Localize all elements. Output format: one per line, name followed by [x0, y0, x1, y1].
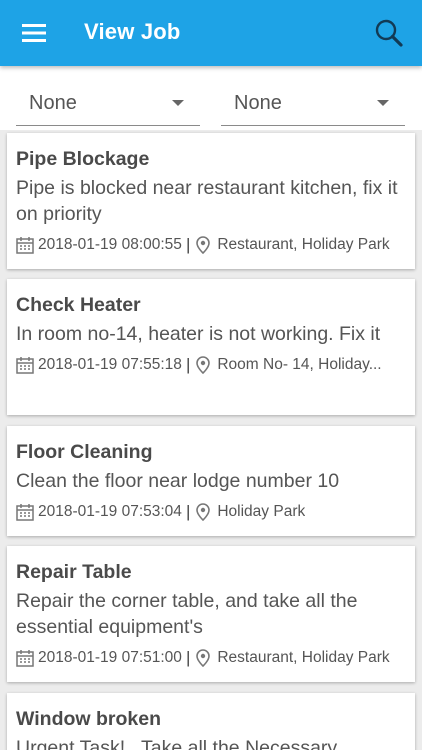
meta-separator: | — [185, 235, 191, 254]
job-datetime: 2018-01-19 07:53:04 — [38, 503, 182, 520]
filter-select-2-value: None — [234, 92, 282, 114]
job-location: Restaurant, Holiday Park — [217, 236, 390, 253]
job-card[interactable]: Check Heater In room no-14, heater is no… — [7, 279, 415, 415]
calendar-icon — [16, 237, 34, 254]
meta-separator: | — [185, 355, 191, 374]
job-datetime: 2018-01-19 07:51:00 — [38, 649, 182, 666]
search-icon — [375, 19, 403, 47]
location-pin-icon — [196, 356, 211, 374]
job-title: Floor Cleaning — [16, 441, 153, 463]
job-location: Holiday Park — [217, 503, 306, 520]
job-card[interactable]: Floor Cleaning Clean the floor near lodg… — [7, 426, 415, 536]
job-description: In room no-14, heater is not working. Fi… — [16, 323, 381, 345]
job-location: Room No- 14, Holiday... — [217, 356, 382, 373]
filter-select-2[interactable]: None — [221, 86, 405, 126]
job-description: Repair the corner table, and take all th… — [16, 590, 358, 638]
filter-bar: None None — [0, 66, 422, 130]
job-meta: 2018-01-19 07:51:00 | Restaurant, Holida… — [16, 646, 406, 670]
location-pin-icon — [196, 236, 211, 254]
job-description: Pipe is blocked near restaurant kitchen,… — [16, 177, 398, 225]
meta-separator: | — [185, 648, 191, 667]
calendar-icon — [16, 504, 34, 521]
job-title: Window broken — [16, 708, 161, 730]
meta-separator: | — [185, 502, 191, 521]
menu-icon — [22, 24, 46, 42]
menu-button[interactable] — [14, 17, 54, 49]
job-meta: 2018-01-19 08:00:55 | Restaurant, Holida… — [16, 233, 406, 257]
search-button[interactable] — [372, 16, 406, 50]
calendar-icon — [16, 357, 34, 374]
chevron-down-icon — [172, 100, 184, 106]
job-datetime: 2018-01-19 08:00:55 — [38, 236, 182, 253]
calendar-icon — [16, 650, 34, 667]
filter-select-1-value: None — [29, 92, 77, 114]
app-bar: View Job — [0, 0, 422, 66]
filter-select-1[interactable]: None — [16, 86, 200, 126]
job-description: Clean the floor near lodge number 10 — [16, 470, 340, 492]
location-pin-icon — [196, 649, 211, 667]
job-meta: 2018-01-19 07:53:04 | Holiday Park — [16, 500, 406, 524]
job-title: Pipe Blockage — [16, 148, 150, 170]
job-title: Check Heater — [16, 294, 141, 316]
job-title: Repair Table — [16, 561, 132, 583]
chevron-down-icon — [377, 100, 389, 106]
job-card[interactable]: Window broken Urgent Task! . Take all th… — [7, 693, 415, 750]
page-title: View Job — [84, 19, 181, 44]
job-location: Restaurant, Holiday Park — [217, 649, 390, 666]
job-card[interactable]: Repair Table Repair the corner table, an… — [7, 546, 415, 682]
job-description: Urgent Task! . Take all the Necessary — [16, 737, 338, 750]
location-pin-icon — [196, 503, 211, 521]
job-card[interactable]: Pipe Blockage Pipe is blocked near resta… — [7, 133, 415, 269]
job-datetime: 2018-01-19 07:55:18 — [38, 356, 182, 373]
job-meta: 2018-01-19 07:55:18 | Room No- 14, Holid… — [16, 353, 406, 377]
